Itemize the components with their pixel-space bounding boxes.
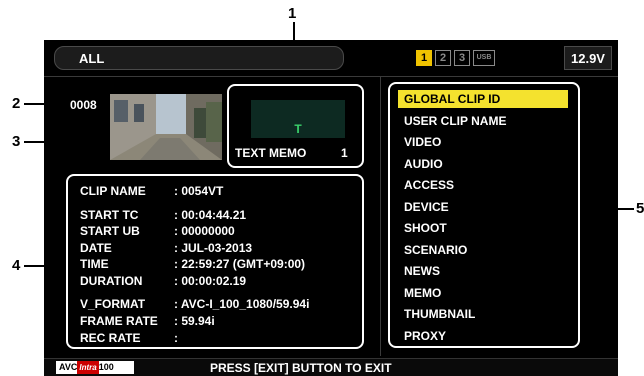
codec-badge-right: 100 bbox=[98, 362, 114, 372]
bottom-bar: AVC Intra 100 PRESS [EXIT] BUTTON TO EXIT bbox=[44, 358, 618, 376]
slot-1-indicator: 1 bbox=[416, 50, 432, 66]
menu-item-video[interactable]: VIDEO bbox=[398, 133, 568, 151]
menu-item-access[interactable]: ACCESS bbox=[398, 176, 568, 194]
clip-info-panel: CLIP NAME : 0054VT START TC : 00:04:44.2… bbox=[66, 174, 364, 349]
text-memo-preview: T bbox=[251, 100, 345, 138]
callout-1: 1 bbox=[288, 5, 297, 22]
info-label: START UB bbox=[80, 224, 140, 238]
info-label: START TC bbox=[80, 208, 139, 222]
info-label: REC RATE bbox=[80, 331, 141, 345]
usb-indicator: USB bbox=[473, 50, 495, 66]
menu-item-user-clip-name[interactable]: USER CLIP NAME bbox=[398, 112, 568, 130]
battery-voltage: 12.9V bbox=[564, 46, 612, 70]
menu-item-news[interactable]: NEWS bbox=[398, 262, 568, 280]
menu-item-global-clip-id[interactable]: GLOBAL CLIP ID bbox=[398, 90, 568, 108]
codec-badge-mid: Intra bbox=[77, 361, 99, 374]
thumbnail-image-icon bbox=[110, 94, 222, 160]
info-value: : 00:00:02.19 bbox=[174, 274, 247, 288]
menu-item-proxy[interactable]: PROXY bbox=[398, 327, 568, 345]
info-value: : 00:04:44.21 bbox=[174, 208, 247, 222]
clip-info-screen: ALL 1 2 3 USB 12.9V 0008 T TEXT MEMO 1 C… bbox=[44, 40, 618, 376]
card-slot-indicators: 1 2 3 USB bbox=[416, 48, 495, 68]
info-value: : 0054VT bbox=[174, 184, 224, 198]
callout-5: 5 bbox=[636, 200, 644, 217]
info-label: FRAME RATE bbox=[80, 314, 158, 328]
info-label: CLIP NAME bbox=[80, 184, 146, 198]
codec-badge-left: AVC bbox=[59, 362, 78, 372]
callout-4: 4 bbox=[12, 257, 21, 274]
info-label: DURATION bbox=[80, 274, 143, 288]
callout-2: 2 bbox=[12, 95, 21, 112]
info-label: V_FORMAT bbox=[80, 297, 146, 311]
menu-item-audio[interactable]: AUDIO bbox=[398, 155, 568, 173]
callout-3: 3 bbox=[12, 133, 21, 150]
info-value: : JUL-03-2013 bbox=[174, 241, 253, 255]
menu-item-device[interactable]: DEVICE bbox=[398, 198, 568, 216]
info-value: : 22:59:27 (GMT+09:00) bbox=[174, 257, 306, 271]
filter-all-tab[interactable]: ALL bbox=[54, 46, 344, 70]
codec-badge: AVC Intra 100 bbox=[56, 361, 134, 374]
info-label: DATE bbox=[80, 241, 112, 255]
text-memo-label: TEXT MEMO bbox=[235, 146, 307, 160]
clip-number: 0008 bbox=[70, 98, 97, 112]
text-memo-panel: T TEXT MEMO 1 bbox=[227, 84, 364, 168]
menu-item-scenario[interactable]: SCENARIO bbox=[398, 241, 568, 259]
menu-item-thumbnail[interactable]: THUMBNAIL bbox=[398, 305, 568, 323]
info-value: : bbox=[174, 331, 178, 345]
clip-thumbnail bbox=[110, 94, 222, 160]
info-label: TIME bbox=[80, 257, 109, 271]
slot-3-indicator: 3 bbox=[454, 50, 470, 66]
info-value: : AVC-I_100_1080/59.94i bbox=[174, 297, 310, 311]
top-bar: ALL 1 2 3 USB 12.9V bbox=[44, 40, 618, 76]
text-memo-preview-text: T bbox=[294, 122, 302, 136]
panel-divider bbox=[380, 76, 381, 356]
header-divider bbox=[44, 76, 618, 77]
text-memo-count: 1 bbox=[341, 146, 348, 160]
menu-item-memo[interactable]: MEMO bbox=[398, 284, 568, 302]
metadata-category-menu: GLOBAL CLIP ID USER CLIP NAME VIDEO AUDI… bbox=[388, 82, 580, 348]
info-value: : 59.94i bbox=[174, 314, 215, 328]
info-value: : 00000000 bbox=[174, 224, 235, 238]
exit-instruction: PRESS [EXIT] BUTTON TO EXIT bbox=[210, 361, 392, 375]
menu-item-shoot[interactable]: SHOOT bbox=[398, 219, 568, 237]
slot-2-indicator: 2 bbox=[435, 50, 451, 66]
